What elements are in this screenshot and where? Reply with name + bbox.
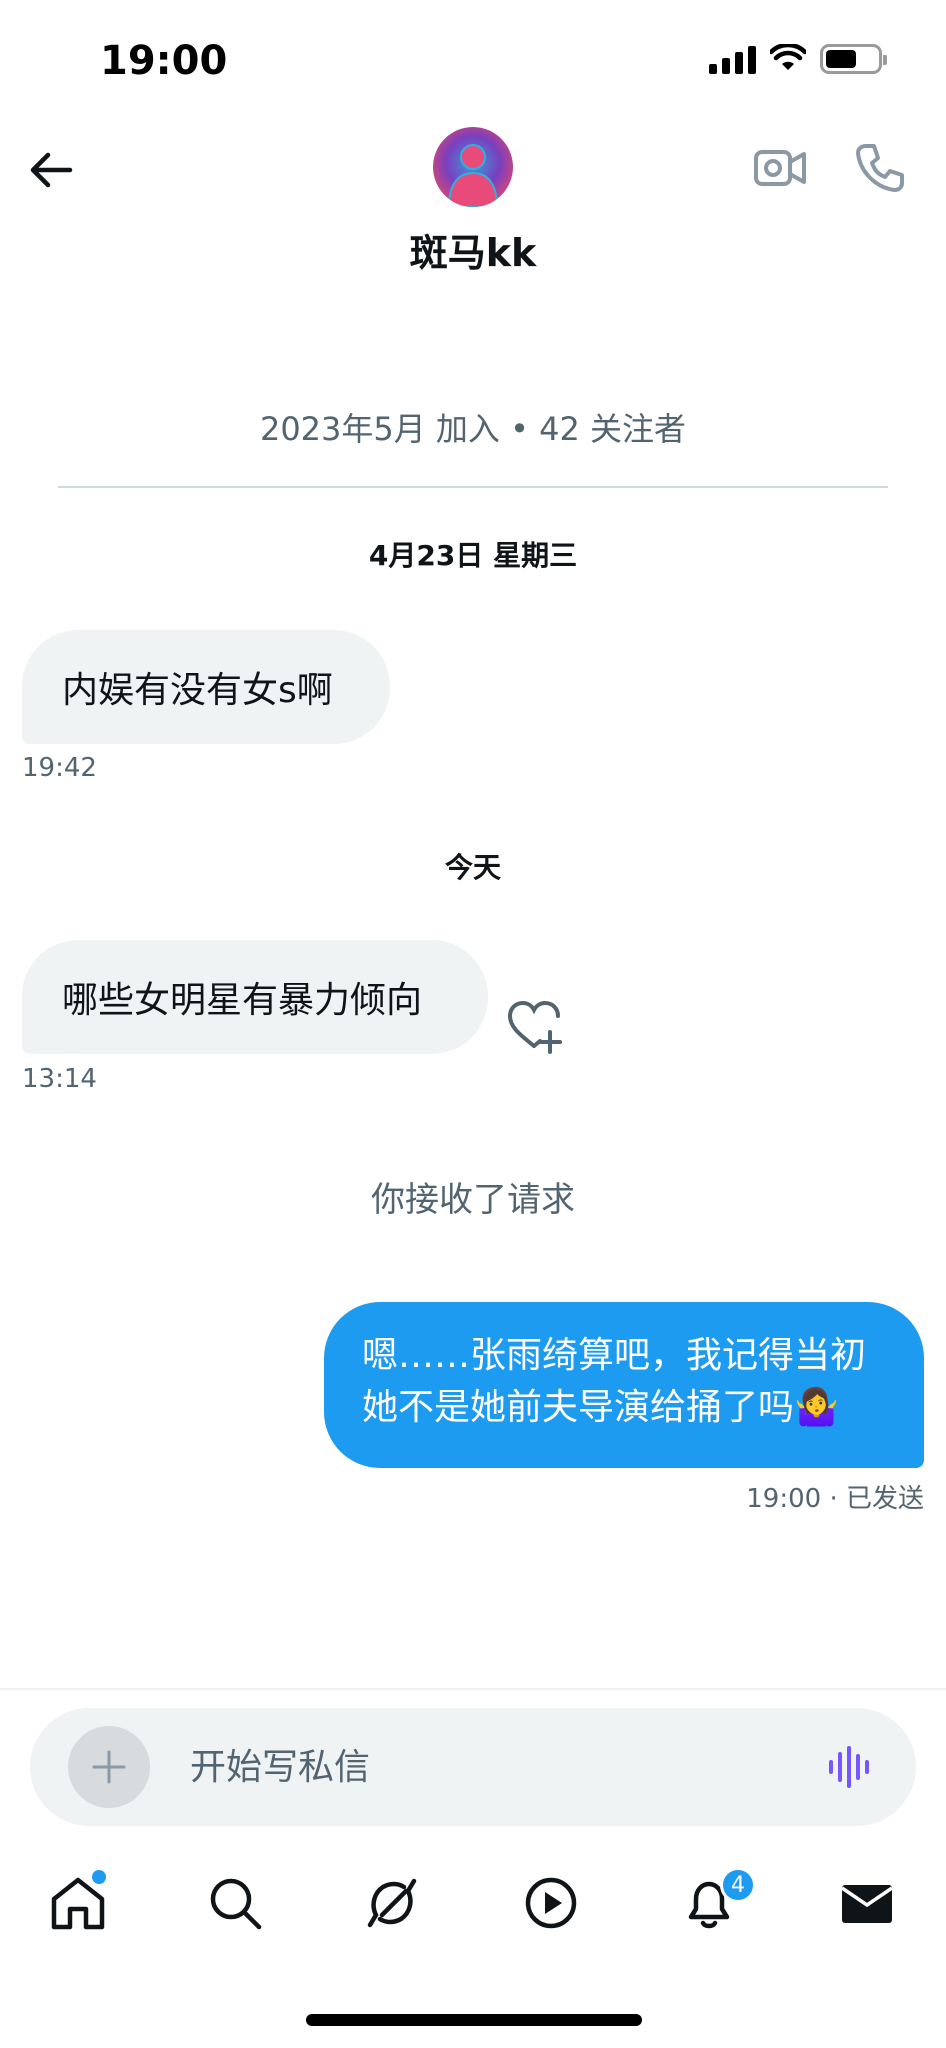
wifi-icon xyxy=(770,44,806,70)
grok-icon[interactable] xyxy=(362,1873,422,1933)
profile-meta: 2023年5月 加入 • 42 关注者 xyxy=(259,410,687,448)
signal-icon xyxy=(709,44,756,74)
message-input[interactable] xyxy=(190,1740,690,1794)
home-unread-dot xyxy=(92,1870,106,1884)
sent-status: 19:00 · 已发送 xyxy=(746,1478,924,1515)
outgoing-message-line: 她不是她前夫导演给捅了吗🤷‍♀️ xyxy=(362,1387,839,1428)
contact-name[interactable]: 斑马kk xyxy=(0,222,946,277)
message-time: 19:42 xyxy=(22,753,97,783)
search-icon[interactable] xyxy=(205,1873,265,1933)
date-separator: 今天 xyxy=(444,851,501,884)
message-time: 13:14 xyxy=(22,1064,97,1094)
status-time: 19:00 xyxy=(100,38,228,84)
sent-time: 19:00 xyxy=(746,1484,822,1514)
back-arrow-icon[interactable] xyxy=(26,145,76,195)
divider xyxy=(58,486,888,488)
outgoing-message-line: 嗯……张雨绮算吧，我记得当初 xyxy=(362,1335,867,1376)
video-call-icon[interactable] xyxy=(752,140,808,196)
video-icon[interactable] xyxy=(521,1873,581,1933)
outgoing-message[interactable]: 嗯……张雨绮算吧，我记得当初 她不是她前夫导演给捅了吗🤷‍♀️ xyxy=(324,1302,924,1468)
notifications-badge: 4 xyxy=(720,1867,756,1903)
plus-icon xyxy=(92,1750,126,1784)
phone-icon[interactable] xyxy=(852,140,908,196)
avatar[interactable] xyxy=(433,127,513,207)
sent-label: · 已发送 xyxy=(829,1484,924,1514)
add-media-button[interactable] xyxy=(68,1726,150,1808)
battery-icon xyxy=(820,44,887,74)
message-composer xyxy=(30,1708,916,1826)
date-separator: 4月23日 星期三 xyxy=(368,539,578,572)
status-icons xyxy=(709,44,887,74)
messages-icon[interactable] xyxy=(837,1873,897,1933)
incoming-message[interactable]: 内娱有没有女s啊 xyxy=(22,630,390,744)
incoming-message[interactable]: 哪些女明星有暴力倾向 xyxy=(22,940,488,1054)
composer-divider xyxy=(0,1688,946,1690)
voice-message-icon[interactable] xyxy=(826,1742,876,1792)
add-reaction-heart-icon[interactable] xyxy=(504,996,564,1056)
request-accepted-notice: 你接收了请求 xyxy=(371,1180,575,1220)
home-indicator xyxy=(306,2014,642,2026)
